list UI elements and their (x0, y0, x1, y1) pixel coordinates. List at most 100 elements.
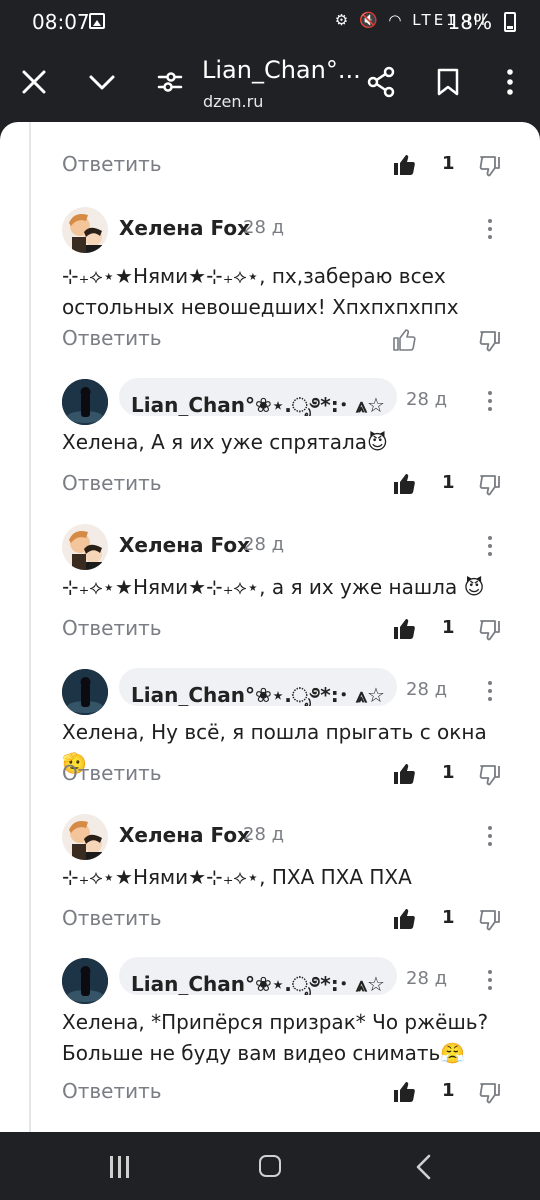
avatar[interactable] (62, 524, 108, 570)
comment-menu-button[interactable] (482, 679, 498, 703)
collapse-button[interactable] (78, 58, 126, 106)
page-url: dzen.ru (203, 92, 264, 111)
comment-text: ⊹₊⟡⋆★Нями★⊹₊⟡⋆, пх,забераю всех остольны… (62, 264, 459, 319)
like-button[interactable] (392, 153, 416, 177)
reply-button[interactable]: Ответить (62, 1079, 162, 1103)
thumb-up-icon (393, 329, 416, 351)
dislike-button[interactable] (478, 329, 502, 353)
comment-author[interactable]: Хелена Fox (119, 216, 250, 240)
reply-button[interactable]: Ответить (62, 471, 162, 495)
comment: Хелена Fox 28 д ⊹₊⟡⋆★Нями★⊹₊⟡⋆, а я их у… (62, 522, 512, 647)
thumb-down-icon (479, 475, 500, 496)
like-button[interactable] (392, 472, 416, 496)
thumb-up-icon (394, 764, 415, 784)
dislike-button[interactable] (478, 154, 502, 178)
comment-menu-button[interactable] (482, 534, 498, 558)
thumb-down-icon (479, 156, 500, 177)
reply-button[interactable]: Ответить (62, 906, 162, 930)
bookmark-button[interactable] (424, 58, 472, 106)
dislike-button[interactable] (478, 908, 502, 932)
likes-count: 1 (442, 1080, 455, 1101)
avatar[interactable] (62, 207, 108, 253)
more-vert-icon (507, 69, 513, 95)
avatar[interactable] (62, 379, 108, 425)
avatar[interactable] (62, 814, 108, 860)
thumb-down-icon (479, 910, 500, 931)
share-icon (367, 66, 395, 98)
thumb-down-icon (479, 1083, 500, 1104)
status-time: 08:07 (32, 10, 90, 34)
comment-date: 28 д (243, 824, 285, 845)
comment-menu-button[interactable] (482, 217, 498, 241)
thumb-up-icon (394, 474, 415, 494)
comment-menu-button[interactable] (482, 824, 498, 848)
comment-actions-row: Ответить 1 (62, 152, 512, 182)
thumb-down-icon (479, 765, 500, 786)
comment-text: Хелена, А я их уже спрятала😈 (62, 430, 388, 454)
dislike-button[interactable] (478, 1081, 502, 1105)
comment-date: 28 д (243, 534, 285, 555)
comment-menu-button[interactable] (482, 968, 498, 992)
comment-date: 28 д (406, 679, 448, 700)
comment-author[interactable]: Хелена Fox (119, 823, 250, 847)
comment-date: 28 д (406, 389, 448, 410)
filter-button[interactable] (146, 58, 194, 106)
more-button[interactable] (486, 58, 534, 106)
comment-menu-button[interactable] (482, 389, 498, 413)
recents-button[interactable] (108, 1156, 132, 1178)
dislike-button[interactable] (478, 763, 502, 787)
comment-date: 28 д (243, 217, 285, 238)
comment: Хелена Fox 28 д ⊹₊⟡⋆★Нями★⊹₊⟡⋆, пх,забер… (62, 205, 512, 365)
comment: Lian_Chan°❀⋆.ೃ࿔*:･ ⩓☆ 🪐 ... 28 д Хелена,… (62, 957, 512, 1117)
likes-count: 1 (442, 762, 455, 783)
like-button[interactable] (392, 907, 416, 931)
thumb-up-icon (394, 155, 415, 175)
like-button[interactable] (392, 762, 416, 786)
reply-button[interactable]: Ответить (62, 326, 162, 350)
thumb-down-icon (479, 331, 500, 352)
likes-count: 1 (442, 617, 455, 638)
page-title: Lian_Chan°... (202, 56, 361, 84)
comment-text: ⊹₊⟡⋆★Нями★⊹₊⟡⋆, а я их уже нашла 😈 (62, 575, 485, 599)
thumb-up-icon (394, 619, 415, 639)
avatar[interactable] (62, 669, 108, 715)
comment-author[interactable]: Хелена Fox (119, 533, 250, 557)
battery-percent: 18% (447, 10, 492, 34)
comment: Хелена Fox 28 д ⊹₊⟡⋆★Нями★⊹₊⟡⋆, ПХА ПХА … (62, 812, 512, 937)
comment: Lian_Chan°❀⋆.ೃ࿔*:･ ⩓☆ 🪐 ... 28 д Хелена,… (62, 378, 512, 498)
share-button[interactable] (357, 58, 405, 106)
avatar[interactable] (62, 958, 108, 1004)
dislike-button[interactable] (478, 618, 502, 642)
close-icon (22, 70, 46, 94)
comment-text: ⊹₊⟡⋆★Нями★⊹₊⟡⋆, ПХА ПХА ПХА (62, 865, 412, 889)
chevron-down-icon (89, 75, 115, 90)
bookmark-icon (437, 68, 459, 96)
system-nav-bar (0, 1132, 540, 1200)
back-icon (416, 1154, 431, 1180)
back-button[interactable] (412, 1154, 436, 1180)
comment-text: Хелена, *Припёрся призрак* Чо ржёшь? Бол… (62, 1010, 489, 1065)
close-button[interactable] (10, 58, 58, 106)
comment-author[interactable]: Lian_Chan°❀⋆.ೃ࿔*:･ ⩓☆ 🪐 ... (119, 957, 397, 995)
comment-author[interactable]: Lian_Chan°❀⋆.ೃ࿔*:･ ⩓☆ 🪐 ... (119, 668, 397, 706)
dislike-button[interactable] (478, 473, 502, 497)
thread-line (29, 122, 31, 1132)
thumb-up-icon (394, 909, 415, 929)
home-button[interactable] (259, 1155, 281, 1177)
likes-count: 1 (442, 907, 455, 928)
likes-count: 1 (442, 472, 455, 493)
like-button[interactable] (392, 328, 416, 352)
like-button[interactable] (392, 617, 416, 641)
comment: Lian_Chan°❀⋆.ೃ࿔*:･ ⩓☆ 🪐 ... 28 д Хелена,… (62, 668, 512, 788)
gallery-icon (89, 13, 105, 29)
comment-author[interactable]: Lian_Chan°❀⋆.ೃ࿔*:･ ⩓☆ 🪐 ... (119, 378, 397, 416)
comment-date: 28 д (406, 968, 448, 989)
likes-count: 1 (442, 153, 455, 174)
reply-button[interactable]: Ответить (62, 761, 162, 785)
thumb-up-icon (394, 1082, 415, 1102)
thumb-down-icon (479, 620, 500, 641)
like-button[interactable] (392, 1080, 416, 1104)
tune-icon (157, 72, 183, 92)
reply-button[interactable]: Ответить (62, 152, 162, 176)
reply-button[interactable]: Ответить (62, 616, 162, 640)
